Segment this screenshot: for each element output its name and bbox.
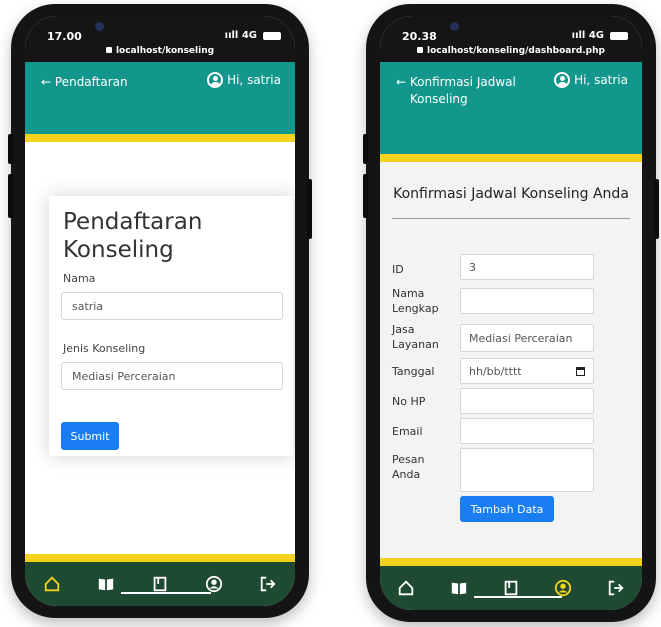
home-icon[interactable]: [396, 578, 416, 598]
phone-left: 17.00 ııll 4G localhost/konseling ← Pend…: [8, 4, 312, 618]
profile-icon[interactable]: [204, 574, 224, 594]
back-label: Konfirmasi Jadwal Konseling: [409, 75, 516, 106]
form-title: Pendaftaran Konseling: [63, 209, 203, 263]
jasa-layanan-input[interactable]: Mediasi Perceraian: [460, 324, 594, 352]
back-button[interactable]: ← Konfirmasi Jadwal Konseling: [396, 74, 520, 108]
volume-button: [8, 174, 13, 218]
accent-stripe: [25, 134, 295, 142]
nama-input[interactable]: satria: [61, 292, 283, 320]
home-indicator: [121, 592, 211, 594]
lock-icon: [417, 47, 423, 53]
pesan-anda-textarea[interactable]: [460, 448, 594, 492]
registration-card: Pendaftaran Konseling Nama satria Jenis …: [49, 196, 293, 456]
battery-icon: [610, 32, 628, 40]
confirmation-panel: Konfirmasi Jadwal Konseling Anda ID 3 Na…: [380, 162, 642, 558]
user-circle-icon: [554, 72, 571, 88]
profile-icon[interactable]: [553, 578, 573, 598]
bottom-nav: [25, 562, 295, 606]
jenis-konseling-label: Jenis Konseling: [63, 342, 146, 355]
camera-icon: [95, 22, 104, 31]
screen-right: 20.38 ııll 4G localhost/konseling/dashbo…: [380, 16, 642, 610]
greeting-text: Hi, satria: [227, 73, 281, 87]
phone-right: 20.38 ııll 4G localhost/konseling/dashbo…: [363, 4, 659, 622]
nama-lengkap-input[interactable]: [460, 288, 594, 314]
status-time: 17.00: [47, 30, 82, 43]
jenis-konseling-select[interactable]: Mediasi Perceraian: [61, 362, 283, 390]
status-time: 20.38: [402, 30, 437, 43]
home-icon[interactable]: [42, 574, 62, 594]
screen-left: 17.00 ııll 4G localhost/konseling ← Pend…: [25, 16, 295, 606]
camera-icon: [450, 22, 459, 31]
accent-stripe: [380, 558, 642, 566]
back-label: Pendaftaran: [54, 75, 128, 89]
status-bar: 17.00 ııll 4G localhost/konseling: [25, 16, 295, 62]
accent-stripe: [25, 554, 295, 562]
power-button: [654, 179, 659, 239]
calendar-icon[interactable]: [576, 366, 585, 376]
no-hp-input[interactable]: [460, 388, 594, 414]
tambah-data-button[interactable]: Tambah Data: [460, 496, 554, 522]
jasa-layanan-label: Jasa Layanan: [392, 323, 439, 351]
url-text: localhost/konseling: [115, 46, 215, 56]
volume-button: [363, 174, 368, 218]
battery-icon: [263, 32, 281, 40]
form-title: Konfirmasi Jadwal Konseling Anda: [393, 186, 629, 202]
app-bar: ← Pendaftaran Hi, satria: [25, 62, 295, 134]
volume-button: [8, 134, 13, 164]
back-arrow-icon: ←: [41, 75, 52, 89]
back-arrow-icon: ←: [396, 75, 407, 89]
tanggal-label: Tanggal: [392, 365, 435, 378]
url-bar[interactable]: localhost/konseling: [25, 46, 295, 56]
email-label: Email: [392, 425, 423, 438]
greeting-text: Hi, satria: [574, 73, 628, 87]
accent-stripe: [380, 154, 642, 162]
power-button: [307, 179, 312, 239]
signal-indicator: ııll 4G: [571, 30, 604, 41]
pesan-anda-label: Pesan Anda: [392, 453, 425, 481]
id-label: ID: [392, 263, 404, 276]
lock-icon: [105, 47, 112, 53]
nama-lengkap-label: Nama Lengkap: [392, 287, 439, 315]
logout-icon[interactable]: [606, 578, 626, 598]
url-text: localhost/konseling/dashboard.php: [427, 46, 605, 56]
signal-indicator: ııll 4G: [224, 30, 257, 41]
user-circle-icon: [207, 72, 224, 88]
logout-icon[interactable]: [258, 574, 278, 594]
url-bar[interactable]: localhost/konseling/dashboard.php: [380, 46, 642, 56]
nama-label: Nama: [63, 272, 96, 285]
volume-button: [363, 134, 368, 164]
status-bar: 20.38 ııll 4G localhost/konseling/dashbo…: [380, 16, 642, 62]
notebook-icon[interactable]: [501, 578, 521, 598]
notebook-icon[interactable]: [150, 574, 170, 594]
email-input[interactable]: [460, 418, 594, 444]
book-icon[interactable]: [96, 574, 116, 594]
id-input[interactable]: 3: [460, 254, 594, 280]
home-indicator: [474, 596, 562, 598]
back-button[interactable]: ← Pendaftaran: [41, 74, 128, 91]
divider: [392, 218, 630, 219]
tanggal-placeholder: hh/bb/tttt: [469, 364, 522, 378]
bottom-nav: [380, 566, 642, 610]
submit-button[interactable]: Submit: [61, 422, 119, 450]
user-greeting[interactable]: Hi, satria: [207, 72, 281, 88]
tanggal-date-input[interactable]: hh/bb/tttt: [460, 358, 594, 384]
no-hp-label: No HP: [392, 395, 426, 408]
app-bar: ← Konfirmasi Jadwal Konseling Hi, satria: [380, 62, 642, 154]
user-greeting[interactable]: Hi, satria: [554, 72, 628, 88]
book-icon[interactable]: [449, 578, 469, 598]
